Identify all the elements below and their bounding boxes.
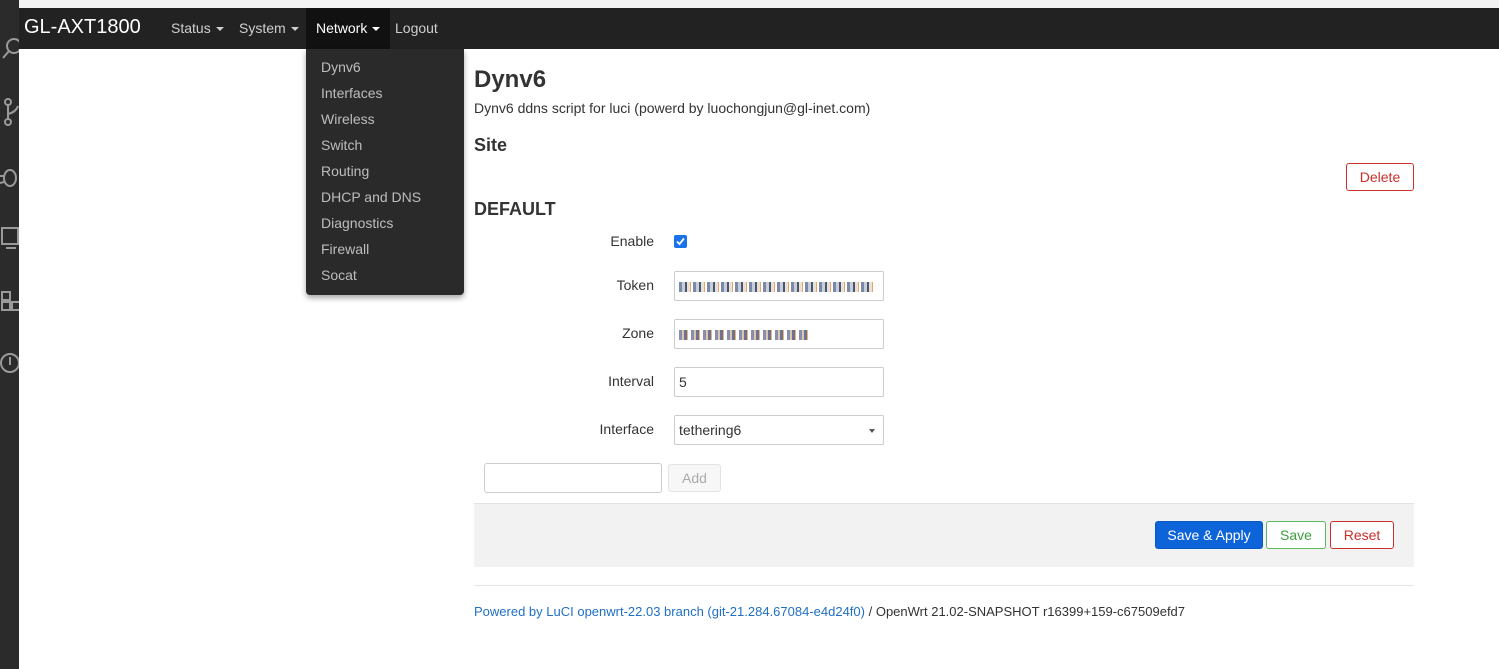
reset-button[interactable]: Reset: [1330, 521, 1394, 549]
interface-select[interactable]: tethering6: [674, 415, 884, 445]
zone-label: Zone: [622, 325, 654, 341]
zone-input[interactable]: [674, 319, 884, 349]
interface-label: Interface: [599, 421, 654, 437]
menu-item-firewall[interactable]: Firewall: [321, 236, 369, 262]
redacted-token-value: [679, 282, 875, 293]
top-navbar: GL-AXT1800 Status System Network Logout: [19, 8, 1499, 49]
chevron-down-icon: [215, 27, 224, 32]
token-input[interactable]: [674, 271, 884, 301]
extensions-icon[interactable]: [0, 286, 19, 316]
nav-logout-label: Logout: [395, 20, 438, 36]
new-section-input[interactable]: [484, 463, 662, 493]
menu-item-socat[interactable]: Socat: [321, 262, 357, 288]
footer-separator: /: [864, 604, 876, 619]
luci-link[interactable]: Powered by LuCI openwrt-22.03 branch (gi…: [474, 604, 865, 619]
chevron-down-icon: [372, 27, 381, 32]
nav-network[interactable]: Network: [306, 8, 391, 49]
save-button[interactable]: Save: [1266, 521, 1326, 549]
interval-label: Interval: [608, 373, 654, 389]
nav-status[interactable]: Status: [161, 8, 234, 49]
add-button[interactable]: Add: [668, 464, 721, 492]
nav-system-label: System: [239, 20, 286, 36]
menu-item-dynv6[interactable]: Dynv6: [321, 54, 361, 80]
nav-logout[interactable]: Logout: [385, 8, 448, 49]
menu-item-routing[interactable]: Routing: [321, 158, 369, 184]
token-label: Token: [616, 277, 654, 293]
delete-button[interactable]: Delete: [1346, 163, 1414, 191]
openwrt-version: OpenWrt 21.02-SNAPSHOT r16399+159-c67509…: [875, 604, 1186, 619]
nav-network-label: Network: [316, 20, 368, 36]
interval-input[interactable]: 5: [674, 367, 884, 397]
activity-bar: [0, 0, 19, 669]
check-icon: [676, 237, 685, 246]
menu-item-switch[interactable]: Switch: [321, 132, 362, 158]
menu-item-interfaces[interactable]: Interfaces: [321, 80, 382, 106]
footer: Powered by LuCI openwrt-22.03 branch (gi…: [474, 604, 1185, 619]
menu-item-wireless[interactable]: Wireless: [321, 106, 375, 132]
search-icon[interactable]: [0, 34, 19, 64]
timeline-icon[interactable]: [0, 348, 19, 378]
section-title: Site: [474, 135, 508, 155]
network-dropdown-menu: Dynv6 Interfaces Wireless Switch Routing…: [306, 49, 464, 295]
menu-item-dhcp-dns[interactable]: DHCP and DNS: [321, 184, 421, 210]
source-control-icon[interactable]: [0, 96, 19, 126]
enable-checkbox[interactable]: [674, 235, 687, 248]
enable-label: Enable: [610, 233, 654, 249]
page-description: Dynv6 ddns script for luci (powerd by lu…: [474, 100, 871, 116]
remote-explorer-icon[interactable]: [0, 224, 19, 254]
menu-item-diagnostics[interactable]: Diagnostics: [321, 210, 393, 236]
redacted-zone-value: [679, 330, 811, 341]
subsection-title: DEFAULT: [474, 199, 556, 219]
save-apply-button[interactable]: Save & Apply: [1155, 521, 1263, 549]
dropdown-arrow-icon: [869, 429, 875, 433]
interface-selected-value: tethering6: [679, 422, 742, 438]
nav-status-label: Status: [171, 20, 211, 36]
chevron-down-icon: [290, 27, 299, 32]
footer-divider: [474, 585, 1414, 586]
page-title: Dynv6: [474, 66, 547, 93]
brand-logo[interactable]: GL-AXT1800: [24, 8, 141, 49]
debug-icon[interactable]: [0, 160, 19, 190]
nav-system[interactable]: System: [229, 8, 309, 49]
